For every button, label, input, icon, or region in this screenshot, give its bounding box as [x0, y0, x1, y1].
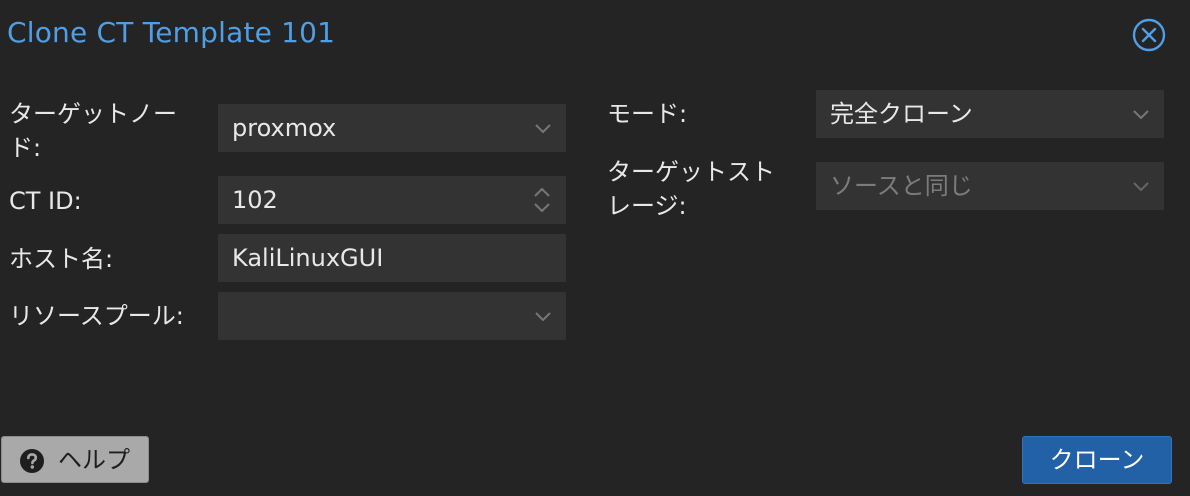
close-icon[interactable] — [1132, 18, 1166, 52]
help-button-label: ヘルプ — [58, 446, 130, 474]
target-node-label-line1: ターゲットノー — [9, 100, 177, 128]
ct-id-value: 102 — [232, 186, 278, 214]
target-storage-label-line2: レージ: — [607, 192, 687, 220]
hostname-label: ホスト名: — [9, 245, 114, 273]
mode-value: 完全クローン — [830, 100, 973, 128]
resource-pool-select[interactable] — [218, 292, 566, 340]
ct-id-label: CT ID: — [9, 187, 82, 215]
clone-ct-dialog: Clone CT Template 101 ターゲットノー ド: proxmox… — [0, 0, 1190, 496]
spinner-arrows-icon[interactable] — [530, 182, 554, 218]
mode-label: モード: — [607, 100, 688, 128]
target-node-label-line2: ド: — [9, 134, 42, 162]
chevron-down-icon — [1133, 182, 1149, 192]
question-circle-icon — [20, 449, 44, 473]
chevron-down-icon — [535, 124, 551, 134]
mode-select[interactable]: 完全クローン — [816, 90, 1164, 138]
target-storage-label-line1: ターゲットスト — [607, 158, 775, 186]
hostname-input[interactable]: KaliLinuxGUI — [218, 234, 566, 282]
ct-id-input[interactable]: 102 — [218, 176, 566, 224]
chevron-down-icon — [535, 312, 551, 322]
resource-pool-label: リソースプール: — [9, 302, 184, 330]
chevron-down-icon — [1133, 110, 1149, 120]
clone-button[interactable]: クローン — [1022, 436, 1172, 484]
target-node-select[interactable]: proxmox — [218, 104, 566, 152]
target-node-value: proxmox — [232, 114, 337, 142]
target-storage-select[interactable]: ソースと同じ — [816, 162, 1164, 210]
target-storage-placeholder: ソースと同じ — [830, 172, 973, 200]
dialog-title: Clone CT Template 101 — [7, 16, 336, 49]
hostname-value: KaliLinuxGUI — [232, 244, 384, 272]
help-button[interactable]: ヘルプ — [1, 436, 149, 483]
